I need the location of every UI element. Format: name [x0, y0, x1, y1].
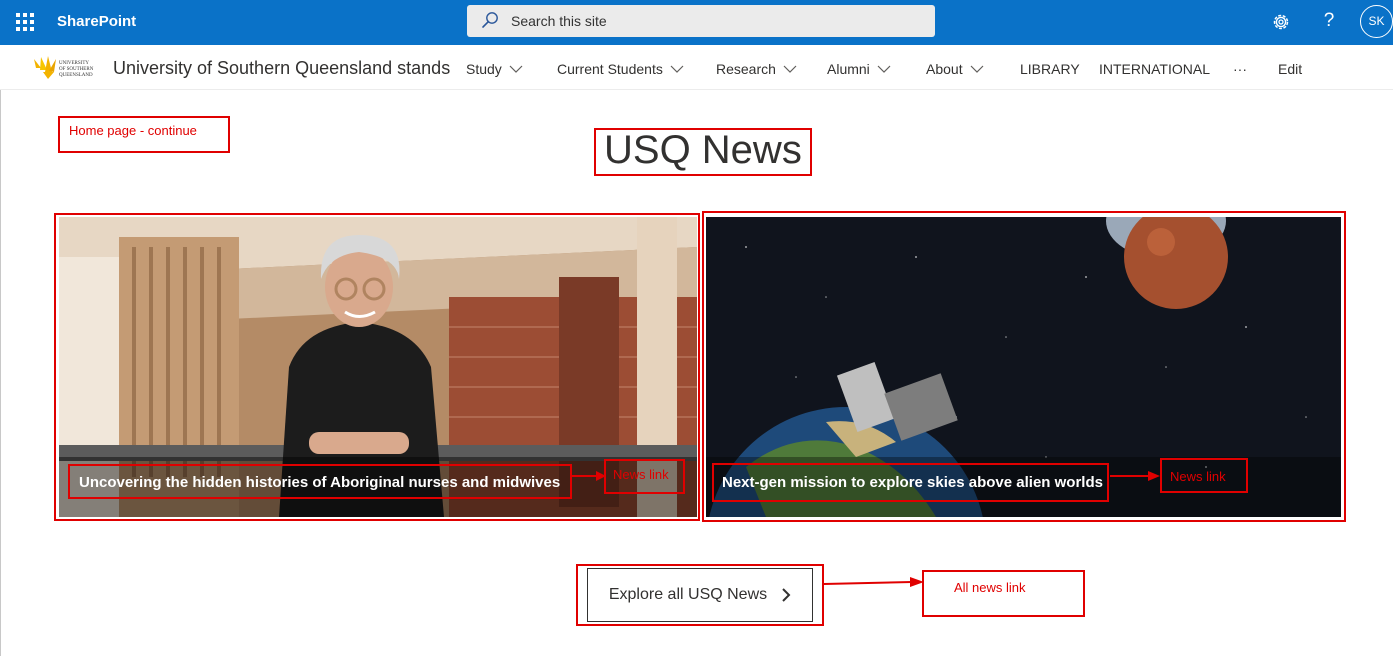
- nav-item-international[interactable]: INTERNATIONAL: [1099, 61, 1210, 77]
- chevron-right-icon: [782, 588, 791, 602]
- nav-item-label: About: [926, 61, 963, 77]
- svg-text:UNIVERSITY: UNIVERSITY: [59, 61, 89, 66]
- annotation-news-link-2: News link: [1170, 469, 1226, 484]
- nav-item-label: INTERNATIONAL: [1099, 61, 1210, 77]
- edit-button[interactable]: Edit: [1278, 61, 1302, 77]
- app-launcher-icon[interactable]: [16, 13, 34, 31]
- nav-item-about[interactable]: About: [926, 61, 985, 77]
- nav-item-research[interactable]: Research: [716, 61, 798, 77]
- nav-item-alumni[interactable]: Alumni: [827, 61, 892, 77]
- university-logo[interactable]: UNIVERSITY OF SOUTHERN QUEENSLAND: [32, 54, 104, 82]
- explore-all-news-button[interactable]: Explore all USQ News: [587, 568, 813, 622]
- nav-item-label: Current Students: [557, 61, 663, 77]
- nav-item-library[interactable]: LIBRARY: [1020, 61, 1080, 77]
- nav-item-label: LIBRARY: [1020, 61, 1080, 77]
- suite-bar: SharePoint ? SK: [0, 0, 1393, 45]
- chevron-down-icon: [877, 65, 891, 73]
- annotation-all-news-link: All news link: [954, 580, 1026, 595]
- explore-button-label: Explore all USQ News: [608, 586, 768, 603]
- nav-item-label: Edit: [1278, 61, 1303, 77]
- svg-text:QUEENSLAND: QUEENSLAND: [59, 73, 93, 78]
- chevron-down-icon: [670, 65, 684, 73]
- nav-item-current-students[interactable]: Current Students: [557, 61, 685, 77]
- help-icon[interactable]: ?: [1318, 11, 1340, 33]
- more-options-icon[interactable]: ···: [1233, 61, 1247, 77]
- page-title: USQ News: [604, 128, 802, 172]
- avatar[interactable]: SK: [1360, 5, 1393, 38]
- nav-item-label: ···: [1233, 61, 1247, 77]
- search-box[interactable]: [467, 5, 935, 37]
- nav-item-study[interactable]: Study: [466, 61, 524, 77]
- site-header: UNIVERSITY OF SOUTHERN QUEENSLAND Univer…: [0, 45, 1393, 90]
- chevron-down-icon: [970, 65, 984, 73]
- annotation-arrow-3: [823, 577, 924, 587]
- chevron-down-icon: [783, 65, 797, 73]
- search-icon: [482, 12, 498, 28]
- news-title-2[interactable]: Next-gen mission to explore skies above …: [722, 474, 1103, 491]
- annotation-arrow-2: [1110, 471, 1160, 481]
- nav-item-label: Study: [466, 61, 502, 77]
- search-input[interactable]: [511, 5, 911, 37]
- app-name[interactable]: SharePoint: [57, 13, 136, 30]
- nav-item-label: Research: [716, 61, 776, 77]
- chevron-down-icon: [509, 65, 523, 73]
- page-left-border: [0, 90, 1, 656]
- annotation-news-link-1: News link: [613, 467, 669, 482]
- gear-icon[interactable]: [1270, 11, 1292, 33]
- svg-text:OF SOUTHERN: OF SOUTHERN: [59, 67, 94, 72]
- annotation-home-continue: Home page - continue: [69, 123, 197, 138]
- site-title[interactable]: University of Southern Queensland stands: [113, 58, 450, 79]
- news-title-1[interactable]: Uncovering the hidden histories of Abori…: [79, 474, 560, 491]
- nav-item-label: Alumni: [827, 61, 870, 77]
